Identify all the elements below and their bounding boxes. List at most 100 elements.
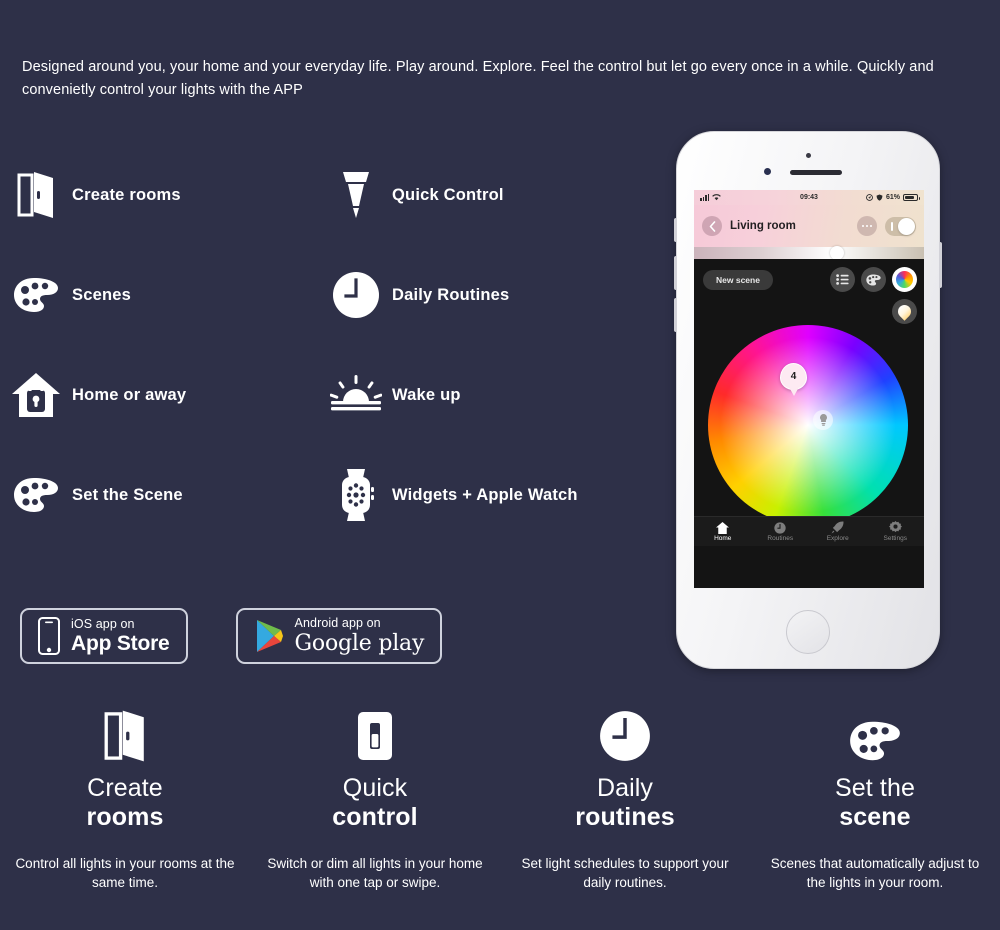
iphone-mockup: 09:43 61% Living room New scene 4 Home R… xyxy=(674,131,942,669)
alarm-icon xyxy=(876,194,883,201)
back-button[interactable] xyxy=(702,216,722,236)
light-pin-marker[interactable]: 4 xyxy=(780,363,807,396)
feature-label: Set the Scene xyxy=(72,485,183,504)
status-bar-left xyxy=(700,194,800,201)
google-play-badge[interactable]: Android app on Google play xyxy=(235,608,443,664)
status-bar-time: 09:43 xyxy=(800,194,818,201)
card-description: Scenes that automatically adjust to the … xyxy=(770,856,980,890)
phone-button-volume-down xyxy=(674,298,677,332)
scene-palette-button[interactable] xyxy=(861,267,886,292)
door-icon xyxy=(0,700,250,762)
feature-cards: Create rooms Control all lights in your … xyxy=(0,700,1000,892)
light-switch-icon xyxy=(250,700,500,762)
home-button[interactable] xyxy=(786,610,830,654)
card-title-line2: scene xyxy=(839,803,911,831)
phone-button-silent xyxy=(674,218,677,242)
card-quick-control: Quick control Switch or dim all lights i… xyxy=(250,700,500,892)
clock-icon xyxy=(500,700,750,762)
feature-item-widgets-apple-watch[interactable]: Widgets + Apple Watch xyxy=(320,445,640,545)
feature-list: Create rooms Quick Control Scenes Daily … xyxy=(0,145,640,545)
tab-label: Routines xyxy=(767,534,794,542)
more-options-button[interactable] xyxy=(857,216,877,236)
google-play-text: Android app on Google play xyxy=(295,617,425,655)
phone-screen: 09:43 61% Living room New scene 4 Home R… xyxy=(694,190,924,588)
card-title-line2: rooms xyxy=(86,803,164,831)
apple-watch-icon xyxy=(320,464,392,526)
white-temperature-icon xyxy=(895,302,914,321)
tab-label: Explore xyxy=(826,535,849,542)
tab-routines[interactable]: Routines xyxy=(752,517,810,546)
palette-icon xyxy=(750,700,1000,762)
phone-button-volume-up xyxy=(674,256,677,290)
app-store-badge[interactable]: iOS app on App Store xyxy=(20,608,188,664)
iphone-icon xyxy=(38,617,60,655)
feature-item-create-rooms[interactable]: Create rooms xyxy=(0,145,320,245)
tab-explore[interactable]: Explore xyxy=(809,517,867,546)
scene-list-button[interactable] xyxy=(830,267,855,292)
clock-icon xyxy=(320,264,392,326)
phone-button-power xyxy=(939,242,942,288)
feature-label: Quick Control xyxy=(392,185,504,204)
app-store-text: iOS app on App Store xyxy=(71,618,170,655)
feature-row: Home or away Wake up xyxy=(0,345,640,445)
intro-paragraph: Designed around you, your home and your … xyxy=(22,59,934,98)
battery-icon xyxy=(903,194,920,201)
google-play-icon xyxy=(254,619,284,653)
wifi-icon xyxy=(712,194,721,201)
card-description: Switch or dim all lights in your home wi… xyxy=(267,856,483,890)
tab-home[interactable]: Home xyxy=(694,517,752,546)
proximity-sensor xyxy=(764,168,771,175)
feature-item-wake-up[interactable]: Wake up xyxy=(320,345,640,445)
google-play-subtitle: Android app on xyxy=(294,616,381,631)
signal-bars-icon xyxy=(700,194,709,201)
palette-icon xyxy=(0,464,72,526)
feature-row: Create rooms Quick Control xyxy=(0,145,640,245)
brightness-slider[interactable] xyxy=(694,246,924,260)
feature-item-quick-control[interactable]: Quick Control xyxy=(320,145,640,245)
feature-item-set-the-scene[interactable]: Set the Scene xyxy=(0,445,320,545)
color-wheel-button[interactable] xyxy=(892,267,917,292)
store-badges: iOS app on App Store Android app on Goog… xyxy=(20,608,443,664)
promo-page: Designed around you, your home and your … xyxy=(0,0,1000,930)
card-set-the-scene: Set the scene Scenes that automatically … xyxy=(750,700,1000,892)
room-power-toggle[interactable] xyxy=(885,216,916,236)
feature-item-daily-routines[interactable]: Daily Routines xyxy=(320,245,640,345)
card-title-line1: Quick xyxy=(342,774,408,802)
card-title-line1: Set the xyxy=(835,774,915,802)
tab-settings[interactable]: Settings xyxy=(867,517,925,546)
card-description: Control all lights in your rooms at the … xyxy=(15,856,235,890)
google-play-title: Google play xyxy=(294,630,425,656)
card-daily-routines: Daily routines Set light schedules to su… xyxy=(500,700,750,892)
card-create-rooms: Create rooms Control all lights in your … xyxy=(0,700,250,892)
scene-toolbar: New scene xyxy=(694,259,924,292)
feature-row: Set the Scene Widgets + Apple Watch xyxy=(0,445,640,545)
palette-icon xyxy=(0,264,72,326)
feature-label: Wake up xyxy=(392,385,461,404)
app-body: New scene 4 Home Routines Explore Settin… xyxy=(694,259,924,546)
feature-label: Scenes xyxy=(72,285,131,304)
color-wheel[interactable]: 4 xyxy=(708,325,908,525)
bulb-marker-icon[interactable] xyxy=(813,410,833,430)
feature-label: Daily Routines xyxy=(392,285,510,304)
battery-percent: 61% xyxy=(885,194,900,201)
app-store-title: App Store xyxy=(71,632,170,656)
card-title-line2: routines xyxy=(575,803,675,831)
feature-label: Create rooms xyxy=(72,185,181,204)
front-camera xyxy=(805,153,811,158)
color-chip-icon xyxy=(896,271,913,288)
bottom-tab-bar: Home Routines Explore Settings xyxy=(694,516,924,546)
feature-label: Widgets + Apple Watch xyxy=(392,485,578,504)
feature-item-scenes[interactable]: Scenes xyxy=(0,245,320,345)
location-icon xyxy=(866,194,873,201)
feature-row: Scenes Daily Routines xyxy=(0,245,640,345)
card-description: Set light schedules to support your dail… xyxy=(521,856,729,890)
door-icon xyxy=(0,164,72,226)
new-scene-button[interactable]: New scene xyxy=(703,269,773,290)
card-title-line1: Daily xyxy=(596,774,654,802)
feature-item-home-or-away[interactable]: Home or away xyxy=(0,345,320,445)
room-name: Living room xyxy=(730,220,796,232)
color-temperature-button[interactable] xyxy=(892,299,917,324)
tab-label: Settings xyxy=(883,535,908,542)
room-header: Living room xyxy=(694,205,924,247)
house-lock-icon xyxy=(0,364,72,426)
